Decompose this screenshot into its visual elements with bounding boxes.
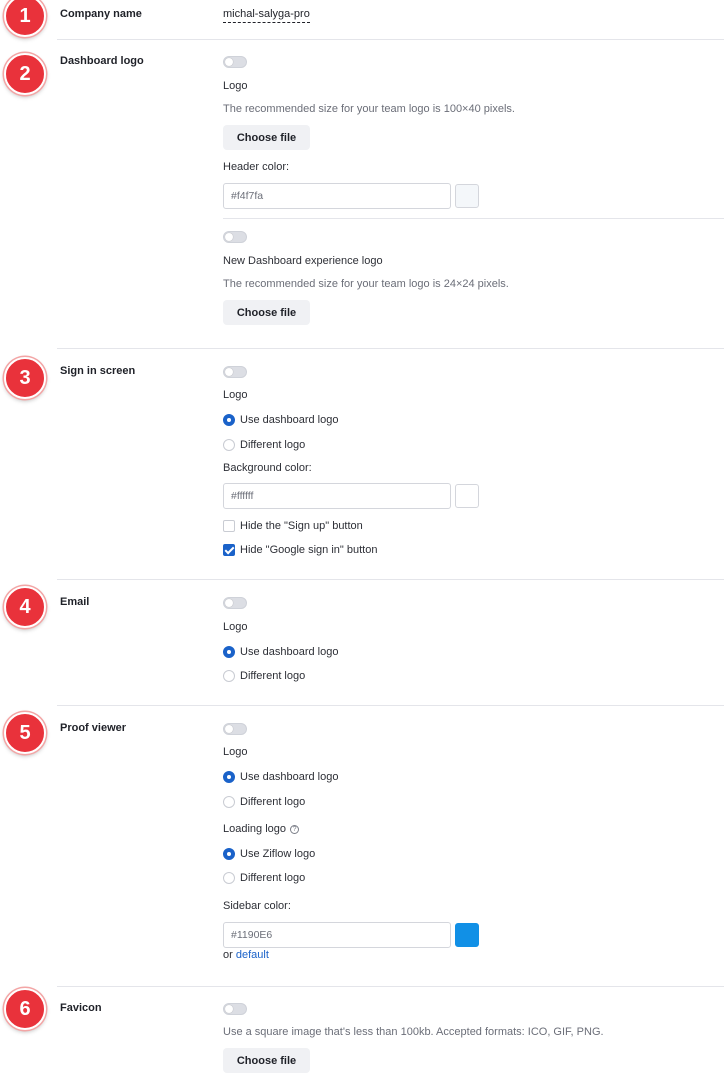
radio-selected[interactable] [223, 771, 235, 783]
logo-label: Logo [223, 80, 248, 92]
step-badge-4: 4 [4, 586, 46, 628]
loading-logo-text: Loading logo [223, 823, 287, 835]
logo-size-hint: The recommended size for your team logo … [223, 103, 515, 115]
checkbox-checked[interactable] [223, 544, 235, 556]
background-color-input[interactable] [223, 483, 451, 509]
sign-in-logo-label: Logo [223, 389, 248, 401]
sign-in-use-dashboard-logo-option[interactable]: Use dashboard logo [223, 413, 338, 427]
checkbox-label: Hide "Google sign in" button [240, 544, 378, 556]
option-label: Use dashboard logo [240, 414, 339, 426]
sidebar-color-swatch[interactable] [455, 923, 479, 947]
new-logo-choose-file-button[interactable]: Choose file [223, 300, 310, 325]
use-ziflow-logo-option[interactable]: Use Ziflow logo [223, 847, 315, 861]
new-logo-size-hint: The recommended size for your team logo … [223, 278, 509, 290]
company-name-label: Company name [60, 8, 142, 20]
background-color-label: Background color: [223, 462, 312, 474]
option-label: Different logo [240, 439, 306, 451]
step-badge-5: 5 [4, 712, 46, 754]
header-color-label: Header color: [223, 161, 290, 173]
option-label: Use dashboard logo [240, 646, 339, 658]
step-badge-6: 6 [4, 988, 46, 1030]
proof-viewer-logo-label: Logo [223, 746, 248, 758]
radio-selected[interactable] [223, 414, 235, 426]
option-label: Use dashboard logo [240, 771, 339, 783]
checkbox-unchecked[interactable] [223, 520, 235, 532]
divider [57, 705, 724, 706]
email-use-dashboard-logo-option[interactable]: Use dashboard logo [223, 645, 338, 659]
choose-file-button[interactable]: Choose file [223, 125, 310, 150]
favicon-hint: Use a square image that's less than 100k… [223, 1026, 604, 1038]
email-toggle[interactable] [223, 597, 247, 609]
checkbox-label: Hide the "Sign up" button [240, 520, 363, 532]
proof-viewer-use-dashboard-logo-option[interactable]: Use dashboard logo [223, 770, 338, 784]
option-label: Use Ziflow logo [240, 848, 316, 860]
subdivider [223, 218, 724, 219]
email-label: Email [60, 596, 90, 608]
new-dashboard-logo-toggle[interactable] [223, 231, 247, 243]
header-color-swatch[interactable] [455, 184, 479, 208]
company-name-value[interactable]: michal-salyga-pro [223, 8, 310, 23]
help-icon[interactable]: ? [290, 825, 300, 834]
radio-selected[interactable] [223, 646, 235, 658]
step-badge-3: 3 [4, 357, 46, 399]
option-label: Different logo [240, 872, 306, 884]
proof-viewer-different-logo-option[interactable]: Different logo [223, 795, 305, 809]
email-logo-label: Logo [223, 621, 248, 633]
favicon-choose-file-button[interactable]: Choose file [223, 1048, 310, 1073]
divider [57, 986, 724, 987]
proof-viewer-toggle[interactable] [223, 723, 247, 735]
dashboard-logo-toggle[interactable] [223, 56, 247, 68]
option-label: Different logo [240, 670, 306, 682]
sidebar-color-label: Sidebar color: [223, 900, 291, 912]
radio-unselected[interactable] [223, 670, 235, 682]
loading-logo-label: Loading logo? [223, 823, 300, 835]
divider [57, 348, 724, 349]
default-link[interactable]: default [236, 949, 269, 961]
sign-in-screen-label: Sign in screen [60, 365, 136, 377]
new-dashboard-logo-label: New Dashboard experience logo [223, 255, 383, 267]
dashboard-logo-label: Dashboard logo [60, 55, 144, 67]
hide-google-checkbox-row[interactable]: Hide "Google sign in" button [223, 543, 377, 557]
sign-in-different-logo-option[interactable]: Different logo [223, 438, 305, 452]
divider [57, 39, 724, 40]
radio-unselected[interactable] [223, 796, 235, 808]
radio-unselected[interactable] [223, 439, 235, 451]
divider [57, 579, 724, 580]
step-badge-2: 2 [4, 53, 46, 95]
radio-unselected[interactable] [223, 872, 235, 884]
option-label: Different logo [240, 796, 306, 808]
proof-viewer-label: Proof viewer [60, 722, 127, 734]
favicon-toggle[interactable] [223, 1003, 247, 1015]
loading-different-logo-option[interactable]: Different logo [223, 871, 305, 885]
or-text: or [223, 949, 233, 961]
favicon-label: Favicon [60, 1002, 102, 1014]
hide-signup-checkbox-row[interactable]: Hide the "Sign up" button [223, 519, 363, 533]
step-badge-1: 1 [4, 0, 46, 37]
email-different-logo-option[interactable]: Different logo [223, 669, 305, 683]
sidebar-color-input[interactable] [223, 922, 451, 948]
reset-default-row: or default [223, 949, 269, 961]
radio-selected[interactable] [223, 848, 235, 860]
background-color-swatch[interactable] [455, 484, 479, 508]
sign-in-toggle[interactable] [223, 366, 247, 378]
header-color-input[interactable] [223, 183, 451, 209]
